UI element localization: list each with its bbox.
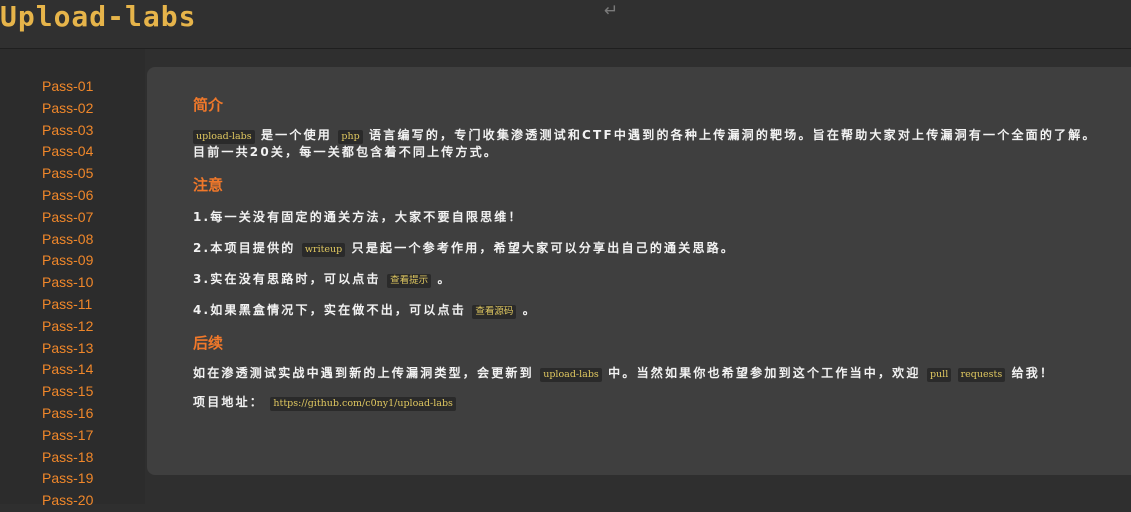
code-php: php xyxy=(338,130,363,144)
sidebar-item-pass-09[interactable]: Pass-09 xyxy=(42,250,93,272)
sidebar-item-pass-18[interactable]: Pass-18 xyxy=(42,447,93,469)
code-writeup: writeup xyxy=(301,243,346,257)
sidebar-item-pass-13[interactable]: Pass-13 xyxy=(42,338,93,360)
sidebar-item-pass-10[interactable]: Pass-10 xyxy=(42,272,93,294)
followup-text-pre: 如在渗透测试实战中遇到新的上传漏洞类型，会更新到 xyxy=(193,366,534,380)
followup-paragraph: 如在渗透测试实战中遇到新的上传漏洞类型，会更新到 upload-labs 中。当… xyxy=(193,365,1105,382)
sidebar-item-pass-14[interactable]: Pass-14 xyxy=(42,359,93,381)
note-item-4-pre: 4.如果黑盒情况下，实在做不出，可以点击 xyxy=(193,303,466,317)
sidebar-item-pass-08[interactable]: Pass-08 xyxy=(42,229,93,251)
note-item-3-pre: 3.实在没有思路时，可以点击 xyxy=(193,272,381,286)
sidebar-item-pass-11[interactable]: Pass-11 xyxy=(42,294,93,316)
intro-paragraph: upload-labs 是一个使用 php 语言编写的，专门收集渗透测试和CTF… xyxy=(193,127,1105,161)
notes-heading: 注意 xyxy=(193,176,224,194)
code-upload-labs-2: upload-labs xyxy=(540,368,602,382)
note-item-4: 4.如果黑盒情况下，实在做不出，可以点击 查看源码 。 xyxy=(193,302,1105,319)
content-body: 简介 upload-labs 是一个使用 php 语言编写的，专门收集渗透测试和… xyxy=(193,91,1105,411)
note-item-2: 2.本项目提供的 writeup 只是起一个参考作用，希望大家可以分享出自己的通… xyxy=(193,240,1105,257)
content-panel: 简介 upload-labs 是一个使用 php 语言编写的，专门收集渗透测试和… xyxy=(147,67,1131,475)
project-address: 项目地址： https://github.com/c0ny1/upload-la… xyxy=(193,394,1105,411)
note-item-3-post: 。 xyxy=(437,272,452,286)
pass-nav-list: Pass-01 Pass-02 Pass-03 Pass-04 Pass-05 … xyxy=(42,76,93,512)
note-item-1: 1.每一关没有固定的通关方法，大家不要自限思维！ xyxy=(193,210,523,224)
code-requests: requests xyxy=(957,368,1006,382)
view-hint-link[interactable]: 查看提示 xyxy=(387,274,432,288)
intro-heading: 简介 xyxy=(193,96,224,114)
code-pull: pull xyxy=(926,368,952,382)
return-icon: ↵ xyxy=(604,1,619,21)
sidebar-item-pass-07[interactable]: Pass-07 xyxy=(42,207,93,229)
sidebar-item-pass-20[interactable]: Pass-20 xyxy=(42,490,93,512)
followup-heading: 后续 xyxy=(193,334,224,352)
sidebar-item-pass-01[interactable]: Pass-01 xyxy=(42,76,93,98)
sidebar-item-pass-05[interactable]: Pass-05 xyxy=(42,163,93,185)
github-link[interactable]: https://github.com/c0ny1/upload-labs xyxy=(270,397,456,411)
sidebar-item-pass-17[interactable]: Pass-17 xyxy=(42,425,93,447)
project-address-label: 项目地址： xyxy=(193,395,265,409)
intro-text-1: 是一个使用 xyxy=(260,128,332,142)
sidebar-item-pass-15[interactable]: Pass-15 xyxy=(42,381,93,403)
sidebar-item-pass-03[interactable]: Pass-03 xyxy=(42,120,93,142)
site-logo[interactable]: Upload-labs xyxy=(0,2,196,32)
note-item-2-pre: 2.本项目提供的 xyxy=(193,241,296,255)
sidebar-item-pass-04[interactable]: Pass-04 xyxy=(42,141,93,163)
top-bar: Upload-labs ↵ xyxy=(0,0,1131,49)
code-upload-labs: upload-labs xyxy=(193,130,255,144)
sidebar-item-pass-16[interactable]: Pass-16 xyxy=(42,403,93,425)
view-source-link[interactable]: 查看源码 xyxy=(472,305,517,319)
sidebar-item-pass-06[interactable]: Pass-06 xyxy=(42,185,93,207)
sidebar: Pass-01 Pass-02 Pass-03 Pass-04 Pass-05 … xyxy=(0,49,145,508)
followup-text-mid: 中。当然如果你也希望参加到这个工作当中，欢迎 xyxy=(608,366,921,380)
followup-text-post: 给我！ xyxy=(1011,366,1055,380)
sidebar-item-pass-12[interactable]: Pass-12 xyxy=(42,316,93,338)
sidebar-item-pass-19[interactable]: Pass-19 xyxy=(42,468,93,490)
sidebar-item-pass-02[interactable]: Pass-02 xyxy=(42,98,93,120)
note-item-4-post: 。 xyxy=(522,303,537,317)
note-item-3: 3.实在没有思路时，可以点击 查看提示 。 xyxy=(193,271,1105,288)
note-item-2-post: 只是起一个参考作用，希望大家可以分享出自己的通关思路。 xyxy=(351,241,736,255)
